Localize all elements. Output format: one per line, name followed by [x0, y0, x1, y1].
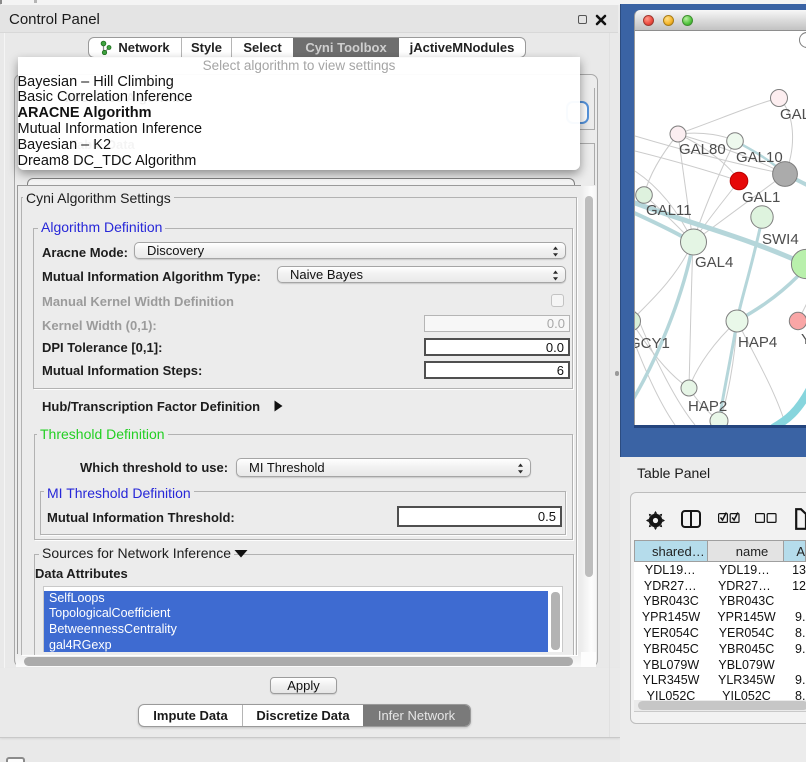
- svg-text:GAL10: GAL10: [736, 149, 783, 166]
- svg-text:GAL80: GAL80: [679, 141, 726, 158]
- svg-text:GCY1: GCY1: [635, 335, 670, 352]
- svg-text:GAL4: GAL4: [695, 254, 733, 271]
- svg-text:GAL11: GAL11: [646, 202, 692, 219]
- svg-text:GAL1: GAL1: [742, 189, 780, 206]
- svg-text:SWI4: SWI4: [762, 231, 799, 248]
- svg-text:HAP4: HAP4: [738, 334, 777, 351]
- svg-text:GAL7: GAL7: [780, 106, 806, 123]
- svg-text:Y: Y: [801, 331, 806, 348]
- svg-text:HAP2: HAP2: [688, 398, 727, 415]
